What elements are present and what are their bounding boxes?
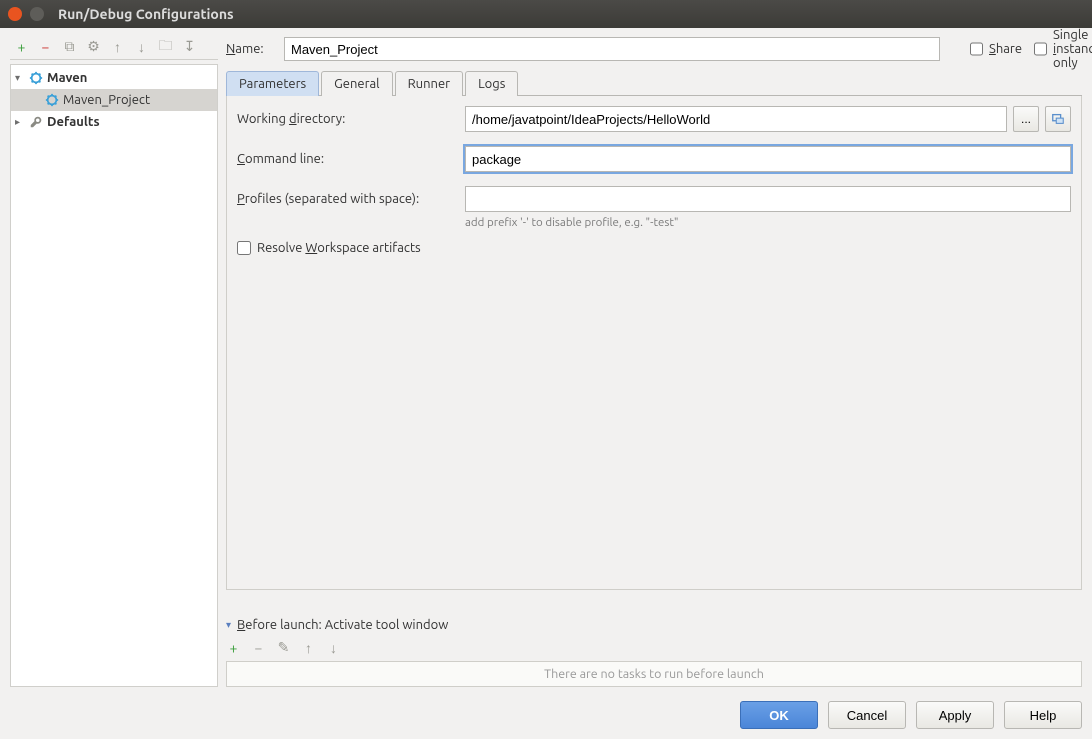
sort-icon[interactable]: ↧: [182, 39, 197, 54]
remove-task-icon: −: [251, 640, 266, 655]
tab-parameters[interactable]: Parameters: [226, 71, 319, 96]
maven-gear-icon: [45, 93, 59, 107]
move-down-icon[interactable]: ↓: [134, 39, 149, 54]
working-directory-input[interactable]: [465, 106, 1007, 132]
before-launch-header[interactable]: ▾ Before launch: Activate tool window: [226, 618, 1082, 632]
tree-label-maven-project: Maven_Project: [63, 93, 150, 107]
task-up-icon: ↑: [301, 640, 316, 655]
tab-general[interactable]: General: [321, 71, 392, 96]
working-directory-label: Working directory:: [237, 112, 465, 126]
expander-icon[interactable]: ▾: [15, 72, 25, 84]
share-checkbox[interactable]: Share: [970, 42, 1018, 56]
apply-button[interactable]: Apply: [916, 701, 994, 729]
before-launch-toolbar: + − ✎ ↑ ↓: [226, 640, 1082, 655]
remove-config-icon[interactable]: −: [38, 39, 53, 54]
command-line-input[interactable]: [465, 146, 1071, 172]
ok-button[interactable]: OK: [740, 701, 818, 729]
wrench-icon: [29, 115, 43, 129]
insert-path-button[interactable]: [1045, 106, 1071, 132]
tree-node-defaults[interactable]: ▸ Defaults: [11, 111, 217, 133]
minimize-icon[interactable]: [30, 7, 44, 21]
profiles-input[interactable]: [465, 186, 1071, 212]
name-label: Name:: [226, 42, 274, 56]
tab-logs[interactable]: Logs: [465, 71, 518, 96]
dialog-buttons: OK Cancel Apply Help: [10, 701, 1082, 729]
help-button[interactable]: Help: [1004, 701, 1082, 729]
cancel-button[interactable]: Cancel: [828, 701, 906, 729]
tab-runner[interactable]: Runner: [395, 71, 463, 96]
add-config-icon[interactable]: +: [14, 39, 29, 54]
tree-node-maven[interactable]: ▾ Maven: [11, 67, 217, 89]
config-toolbar: + − ⧉ ⚙ ↑ ↓ 🗀 ↧: [10, 34, 218, 60]
single-instance-checkbox[interactable]: Single instance only: [1034, 28, 1082, 70]
edit-task-icon: ✎: [276, 640, 291, 655]
before-launch-empty: There are no tasks to run before launch: [544, 667, 764, 681]
profiles-hint: add prefix '-' to disable profile, e.g. …: [465, 216, 1071, 229]
window-title: Run/Debug Configurations: [58, 6, 234, 22]
before-launch-list[interactable]: There are no tasks to run before launch: [226, 661, 1082, 687]
config-tree[interactable]: ▾ Maven Maven_Project ▸: [10, 64, 218, 687]
task-down-icon: ↓: [326, 640, 341, 655]
close-icon[interactable]: [8, 7, 22, 21]
command-line-label: Command line:: [237, 152, 465, 166]
expander-icon[interactable]: ▸: [15, 116, 25, 128]
copy-config-icon[interactable]: ⧉: [62, 39, 77, 54]
move-up-icon[interactable]: ↑: [110, 39, 125, 54]
collapse-icon[interactable]: ▾: [226, 619, 231, 631]
tree-label-maven: Maven: [47, 71, 87, 85]
name-input[interactable]: [284, 37, 940, 61]
resolve-workspace-checkbox[interactable]: Resolve Workspace artifacts: [237, 241, 421, 255]
maven-gear-icon: [29, 71, 43, 85]
edit-defaults-icon[interactable]: ⚙: [86, 39, 101, 54]
browse-button[interactable]: ...: [1013, 106, 1039, 132]
tabs: Parameters General Runner Logs: [226, 70, 1082, 96]
folder-icon[interactable]: 🗀: [158, 39, 173, 54]
tree-label-defaults: Defaults: [47, 115, 100, 129]
window-titlebar: Run/Debug Configurations: [0, 0, 1092, 28]
tree-node-maven-project[interactable]: Maven_Project: [11, 89, 217, 111]
add-task-icon[interactable]: +: [226, 640, 241, 655]
profiles-label: Profiles (separated with space):: [237, 192, 465, 206]
